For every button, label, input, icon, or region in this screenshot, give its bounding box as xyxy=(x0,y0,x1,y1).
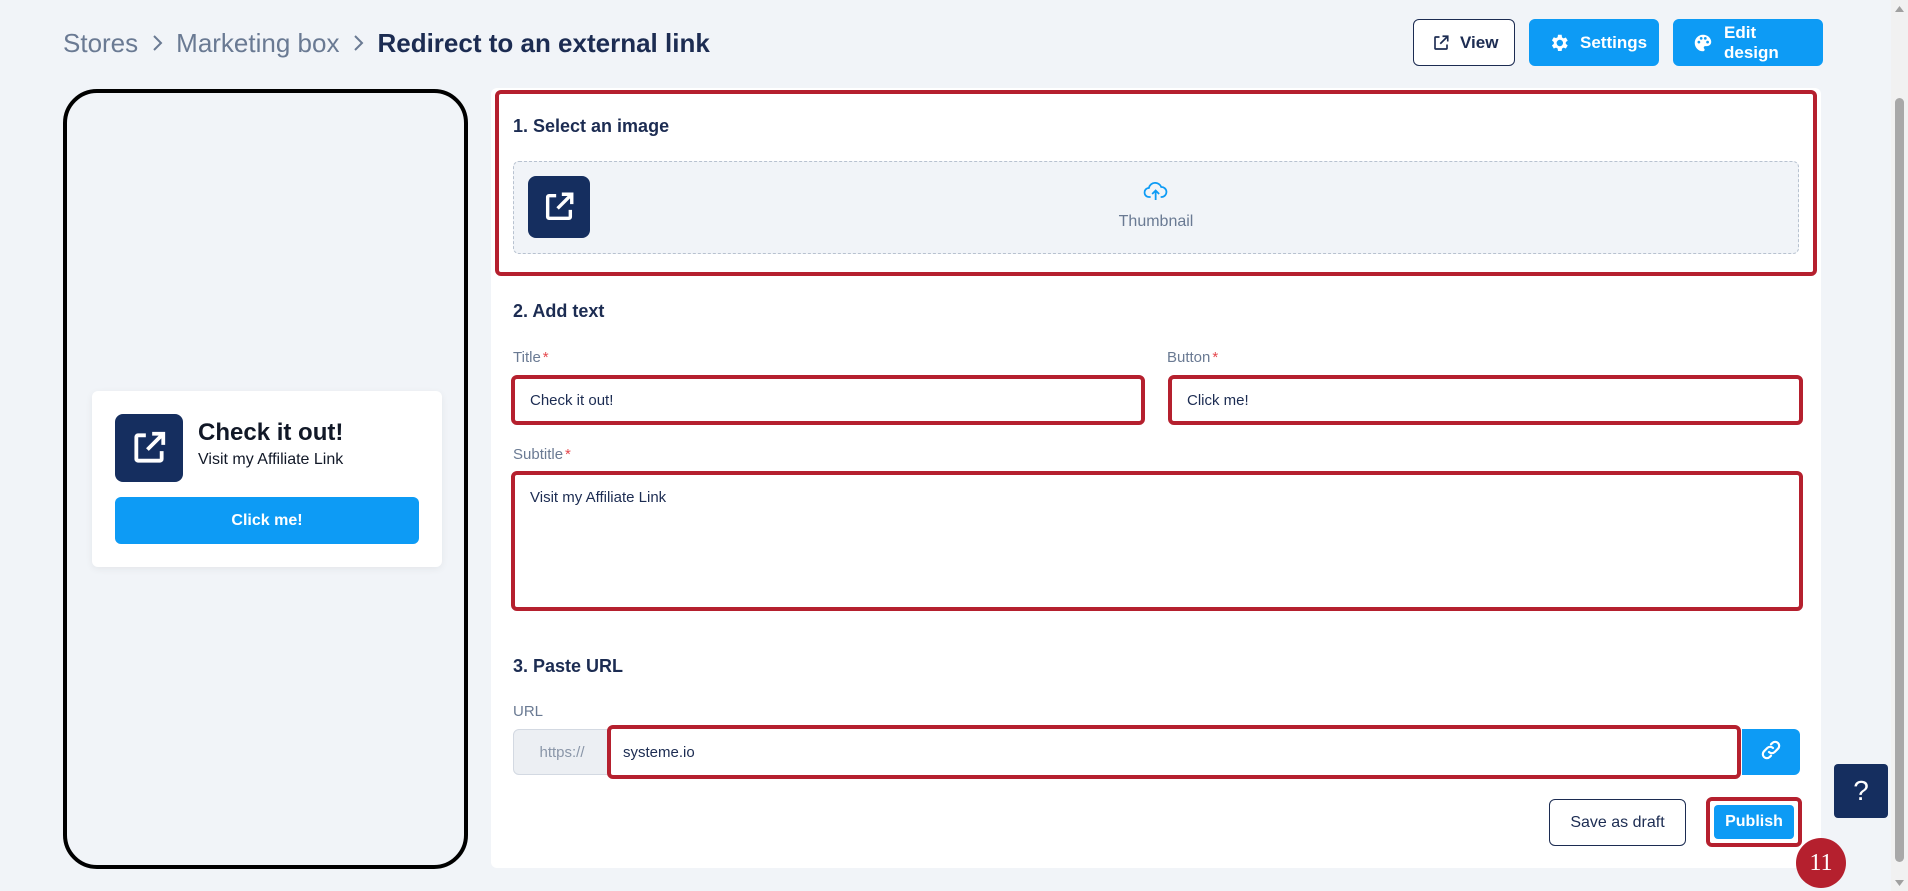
subtitle-field-label: Subtitle * xyxy=(513,446,571,463)
page-title: Redirect to an external link xyxy=(377,27,710,58)
link-icon xyxy=(1759,738,1783,767)
phone-preview: Check it out! Visit my Affiliate Link Cl… xyxy=(63,89,468,869)
link-button[interactable] xyxy=(1742,729,1800,775)
step-number-badge: 11 xyxy=(1796,838,1846,888)
scroll-up-arrow-icon[interactable] xyxy=(1891,0,1908,17)
settings-button[interactable]: Settings xyxy=(1529,19,1659,66)
header-actions: View Settings Edit design xyxy=(1413,19,1823,66)
section-text-title: 2. Add text xyxy=(513,301,605,321)
scroll-down-arrow-icon[interactable] xyxy=(1891,874,1908,891)
settings-label: Settings xyxy=(1580,32,1648,52)
thumbnail-label: Thumbnail xyxy=(1118,213,1194,230)
title-input[interactable] xyxy=(515,379,1141,421)
section-image-title: 1. Select an image xyxy=(513,116,670,136)
palette-icon xyxy=(1692,32,1714,54)
edit-design-label: Edit design xyxy=(1724,22,1779,62)
breadcrumb: Stores Marketing box Redirect to an exte… xyxy=(63,22,710,64)
page-scrollbar[interactable] xyxy=(1891,0,1908,891)
external-link-icon xyxy=(528,176,590,238)
external-link-icon xyxy=(115,414,183,482)
preview-title: Check it out! xyxy=(198,419,344,446)
section-url-title: 3. Paste URL xyxy=(513,656,624,676)
title-field-label: Title * xyxy=(513,349,549,366)
save-as-draft-button[interactable]: Save as draft xyxy=(1549,799,1686,846)
external-link-icon xyxy=(1432,34,1450,52)
breadcrumb-stores[interactable]: Stores xyxy=(63,28,138,59)
gear-icon xyxy=(1548,32,1570,54)
button-input[interactable] xyxy=(1172,379,1799,421)
subtitle-textarea[interactable]: Visit my Affiliate Link xyxy=(515,475,1799,607)
publish-button-wrap: Publish xyxy=(1706,797,1802,847)
publish-button[interactable]: Publish xyxy=(1714,805,1794,839)
title-input-wrap xyxy=(511,375,1145,425)
form-panel: 1. Select an image Thumbnail 2. Add text… xyxy=(491,88,1821,868)
view-label: View xyxy=(1460,32,1499,52)
select-image-section: 1. Select an image Thumbnail xyxy=(495,90,1817,276)
scrollbar-thumb[interactable] xyxy=(1895,98,1904,862)
url-input-wrap xyxy=(607,725,1741,779)
chevron-right-icon xyxy=(138,34,176,52)
chevron-right-icon xyxy=(339,34,377,52)
subtitle-input-wrap: Visit my Affiliate Link xyxy=(511,471,1803,611)
url-prefix: https:// xyxy=(513,729,611,775)
upload-prompt: Thumbnail xyxy=(1118,182,1194,231)
button-input-wrap xyxy=(1168,375,1803,425)
url-field-label: URL xyxy=(513,703,544,720)
button-field-label: Button * xyxy=(1167,349,1219,366)
preview-subtitle: Visit my Affiliate Link xyxy=(198,451,344,468)
preview-button[interactable]: Click me! xyxy=(115,497,419,544)
edit-design-button[interactable]: Edit design xyxy=(1673,19,1823,66)
preview-card: Check it out! Visit my Affiliate Link Cl… xyxy=(92,391,442,567)
cloud-upload-icon xyxy=(1143,182,1168,207)
view-button[interactable]: View xyxy=(1413,19,1515,66)
thumbnail-dropzone[interactable]: Thumbnail xyxy=(513,161,1799,254)
breadcrumb-marketing-box[interactable]: Marketing box xyxy=(176,28,339,59)
url-input[interactable] xyxy=(611,729,1737,775)
help-button[interactable]: ? xyxy=(1834,764,1888,818)
